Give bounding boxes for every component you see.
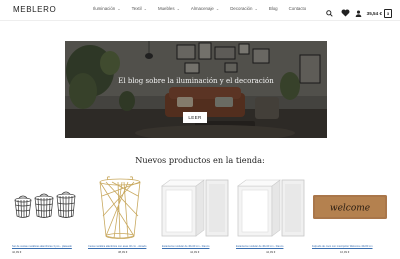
product-card[interactable]: welcome Felpudo de coco con inscripción …	[310, 176, 392, 256]
wire-baskets-image	[14, 191, 76, 218]
white-cube-shelf-image	[237, 179, 305, 237]
product-price: 38,99 €	[118, 250, 128, 254]
product-price: 44,99 €	[190, 250, 200, 254]
read-button[interactable]: LEER	[183, 112, 207, 123]
product-name[interactable]: Set de cestas metálicas alámbricas 3 pcs…	[12, 245, 72, 248]
hero-banner: El blog sobre la iluminación y el decora…	[65, 41, 327, 138]
site-logo[interactable]: MEBLERO	[13, 5, 56, 14]
product-name[interactable]: Cesta metálica alámbrica con asas 40 cm …	[88, 245, 146, 248]
white-cube-shelf-image	[161, 179, 229, 237]
nav-item-blog[interactable]: Blog	[269, 6, 278, 11]
product-card[interactable]: Estantería modular de 40x40 cm - blanco …	[160, 176, 230, 256]
nav-item-decoracion[interactable]: Decoración ⌄	[230, 6, 258, 11]
product-name[interactable]: Felpudo de coco con inscripción Welcome …	[312, 245, 373, 248]
product-card[interactable]: Estantería modular de 40x40 cm - blanco …	[236, 176, 306, 256]
product-name[interactable]: Estantería modular de 40x40 cm - blanco	[236, 245, 283, 248]
header-divider	[0, 20, 400, 21]
chevron-down-icon: ⌄	[215, 6, 220, 11]
hero-title: El blog sobre la iluminación y el decora…	[118, 77, 274, 85]
nav-item-contacto[interactable]: Contacto	[289, 6, 307, 11]
chevron-down-icon: ⌄	[176, 6, 180, 11]
nav-item-almacenaje[interactable]: Almacenaje ⌄	[191, 6, 219, 11]
new-products-title: Nuevos productos en la tienda:	[135, 155, 265, 165]
site-header: MEBLERO Iluminación ⌄ Textil ⌄ Muebles ⌄ Al…	[0, 0, 400, 20]
chevron-down-icon: ⌄	[117, 6, 121, 11]
nav-item-muebles[interactable]: Muebles ⌄	[158, 6, 180, 11]
product-card[interactable]: Set de cestas metálicas alámbricas 3 pcs…	[10, 176, 82, 256]
cart-total[interactable]: 35,54 €	[367, 11, 382, 16]
product-card[interactable]: Cesta metálica alámbrica con asas 40 cm …	[88, 176, 153, 256]
gold-wire-basket-image	[99, 176, 141, 239]
welcome-doormat-image: welcome	[313, 195, 387, 219]
nav-item-textil[interactable]: Textil ⌄	[132, 6, 147, 11]
product-name[interactable]: Estantería modular de 40x40 cm - blanco	[162, 245, 209, 248]
product-price: 42,99 €	[12, 250, 22, 254]
cart-count: 3	[386, 10, 390, 16]
doormat-text: welcome	[330, 204, 370, 214]
product-price: 44,99 €	[266, 250, 276, 254]
cart-icon[interactable]: 3	[384, 8, 392, 18]
hero-living-room-image	[65, 41, 327, 138]
main-nav: Iluminación ⌄ Textil ⌄ Muebles ⌄ Almacenaje…	[93, 6, 306, 11]
nav-item-iluminacion[interactable]: Iluminación ⌄	[93, 6, 121, 11]
product-price: 16,99 €	[340, 250, 350, 254]
chevron-down-icon: ⌄	[143, 6, 147, 11]
chevron-down-icon: ⌄	[254, 6, 258, 11]
